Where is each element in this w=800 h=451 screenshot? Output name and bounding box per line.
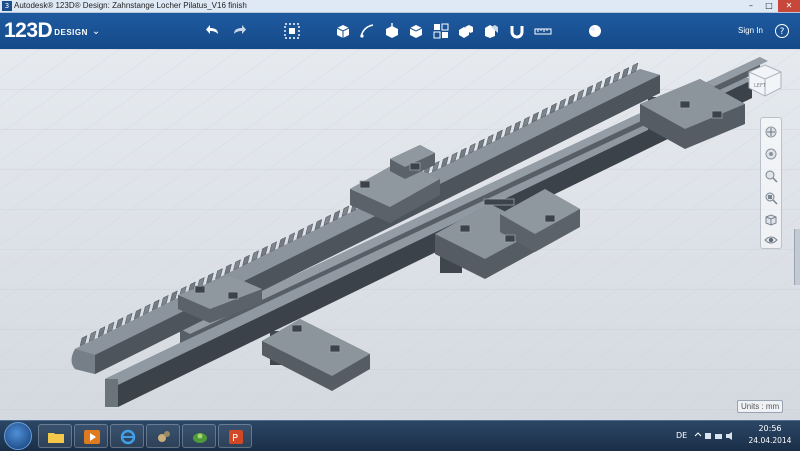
pattern-icon[interactable] xyxy=(432,22,450,40)
main-toolbar: 123D DESIGN ⌄ Sign In ? xyxy=(0,13,800,49)
taskbar-media-player[interactable] xyxy=(74,424,108,448)
minimize-button[interactable]: – xyxy=(742,0,760,12)
modify-icon[interactable] xyxy=(407,22,425,40)
tray-expand-icon xyxy=(694,432,702,437)
zoom-icon[interactable] xyxy=(764,168,778,183)
sketch-icon[interactable] xyxy=(358,22,376,40)
windows-taskbar: P DE 20:56 24.04.2014 xyxy=(0,420,800,451)
units-indicator[interactable]: Units : mm xyxy=(737,400,784,413)
start-button[interactable] xyxy=(4,422,32,450)
window-title-bar: 3 Autodesk® 123D® Design: Zahnstange Loc… xyxy=(0,0,800,13)
clock-time[interactable]: 20:56 xyxy=(748,424,792,433)
snap-icon[interactable] xyxy=(508,22,526,40)
close-button[interactable]: ✕ xyxy=(778,0,800,12)
view-cube-icon[interactable] xyxy=(764,212,778,226)
side-panel-tab[interactable] xyxy=(794,229,800,285)
model-scene[interactable] xyxy=(0,49,800,420)
language-indicator[interactable]: DE xyxy=(676,431,687,440)
design-viewport[interactable]: LEFT Units : mm xyxy=(0,49,800,420)
app-icon: 3 xyxy=(2,1,12,11)
redo-icon[interactable] xyxy=(230,22,248,40)
transform-icon[interactable] xyxy=(283,22,301,40)
taskbar-explorer[interactable] xyxy=(38,424,72,448)
system-tray: DE 20:56 24.04.2014 xyxy=(670,421,800,451)
combine-icon[interactable] xyxy=(482,22,500,40)
browser-icon xyxy=(120,429,136,445)
volume-icon xyxy=(726,432,732,440)
folder-icon xyxy=(48,433,64,443)
gears-icon xyxy=(158,431,170,442)
network-icon xyxy=(715,434,722,439)
svg-text:P: P xyxy=(232,433,238,444)
logo-subtext: DESIGN xyxy=(54,28,88,37)
undo-icon[interactable] xyxy=(204,22,222,40)
taskbar-powerpoint[interactable]: P xyxy=(218,424,252,448)
play-icon xyxy=(84,430,100,444)
primitives-icon[interactable] xyxy=(334,22,352,40)
app-menu-button[interactable]: 123D DESIGN ⌄ xyxy=(4,19,100,43)
view-cube[interactable]: LEFT xyxy=(743,60,785,100)
taskbar-app-gears[interactable] xyxy=(146,424,180,448)
measure-icon[interactable] xyxy=(534,22,552,40)
construct-icon[interactable] xyxy=(383,22,401,40)
window-title: Autodesk® 123D® Design: Zahnstange Loche… xyxy=(14,1,247,10)
maximize-button[interactable]: □ xyxy=(760,0,778,12)
viewcube-face-label: LEFT xyxy=(754,83,767,89)
pan-icon[interactable] xyxy=(764,124,778,138)
powerpoint-icon: P xyxy=(229,430,243,444)
navigation-bar xyxy=(760,117,782,249)
clock-date[interactable]: 24.04.2014 xyxy=(744,436,796,445)
green-app-icon xyxy=(193,433,207,443)
chevron-down-icon: ⌄ xyxy=(91,26,101,37)
orbit-icon[interactable] xyxy=(764,146,778,160)
tray-icons[interactable] xyxy=(694,431,736,441)
flag-icon xyxy=(705,433,711,439)
logo-text: 123D xyxy=(4,19,53,42)
taskbar-internet-explorer[interactable] xyxy=(110,424,144,448)
help-icon[interactable]: ? xyxy=(775,24,789,38)
grouping-icon[interactable] xyxy=(457,22,475,40)
zoom-fit-icon[interactable] xyxy=(764,190,778,205)
visibility-eye-icon[interactable] xyxy=(764,232,778,246)
material-icon[interactable] xyxy=(586,22,604,40)
sign-in-link[interactable]: Sign In xyxy=(738,24,763,38)
taskbar-app-green[interactable] xyxy=(182,424,216,448)
